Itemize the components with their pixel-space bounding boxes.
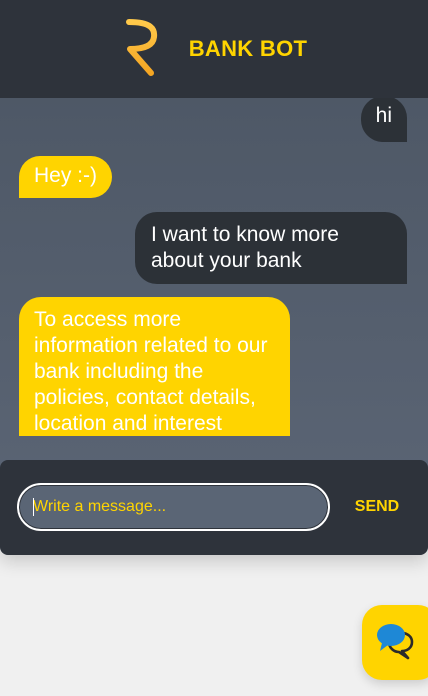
send-button[interactable]: SEND <box>344 494 410 520</box>
user-message: hi <box>360 98 407 142</box>
message-list: hi Hey :-) I want to know more about you… <box>0 98 428 436</box>
bot-message: To access more information related to ou… <box>19 297 290 436</box>
rupee-icon <box>121 15 167 79</box>
bot-message: Hey :-) <box>19 156 112 198</box>
message-input-wrapper <box>17 483 330 531</box>
message-input[interactable] <box>19 485 328 529</box>
chat-window: BANK BOT hi Hey :-) I want to know more … <box>0 0 428 555</box>
chat-header: BANK BOT <box>0 0 428 98</box>
user-message: I want to know more about your bank <box>135 212 407 284</box>
chat-title: BANK BOT <box>188 36 308 61</box>
text-caret <box>33 498 34 516</box>
composer-bar: SEND <box>0 460 428 555</box>
chat-launcher-button[interactable] <box>362 605 428 680</box>
